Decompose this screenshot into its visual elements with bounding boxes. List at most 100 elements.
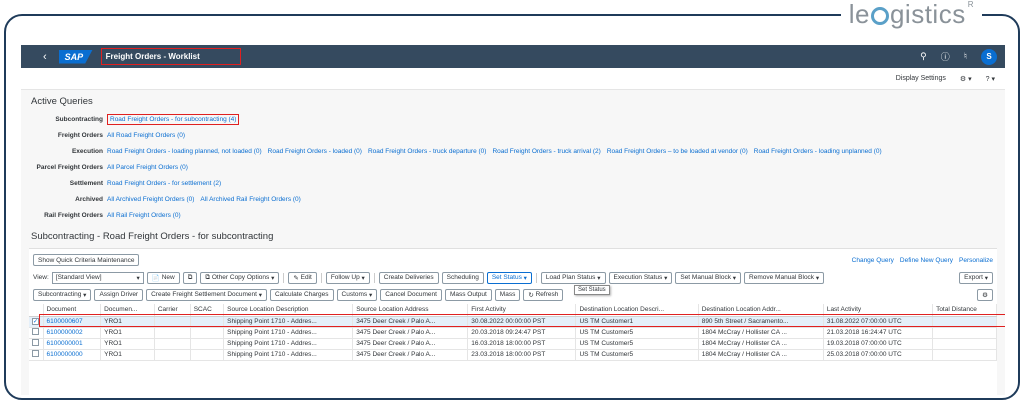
column-header[interactable]: First Activity xyxy=(467,304,577,317)
column-header[interactable]: SCAC xyxy=(190,304,225,317)
show-quick-criteria-button[interactable]: Show Quick Criteria Maintenance xyxy=(33,254,140,266)
query-link[interactable]: All Archived Freight Orders (0) xyxy=(107,196,194,203)
row-checkbox[interactable] xyxy=(32,328,39,335)
help-icon[interactable]: ⓘ xyxy=(941,50,950,63)
column-header[interactable]: Destination Location Addr... xyxy=(698,304,824,317)
change-query-link[interactable]: Change Query xyxy=(852,257,894,264)
column-header[interactable]: Last Activity xyxy=(823,304,934,317)
query-category-label: Subcontracting xyxy=(55,115,103,123)
new-button[interactable]: 📄 New xyxy=(146,271,180,284)
table-cell xyxy=(190,349,225,361)
query-link[interactable]: Road Freight Orders - truck arrival (2) xyxy=(492,148,600,155)
table-cell: 23.03.2018 18:00:00 PST xyxy=(467,349,577,361)
assign-driver-button[interactable]: Assign Driver xyxy=(94,288,144,301)
scheduling-button[interactable]: Scheduling xyxy=(441,271,484,284)
query-link[interactable]: Road Freight Orders - loading unplanned … xyxy=(754,148,882,155)
export-button[interactable]: Export ▾ xyxy=(959,271,993,284)
table-cell[interactable]: 6100000001 xyxy=(43,338,102,350)
remove-manual-block-button[interactable]: Remove Manual Block ▾ xyxy=(744,271,825,284)
query-link[interactable]: Road Freight Orders – to be loaded at ve… xyxy=(607,148,748,155)
query-row: Subcontracting Road Freight Orders - for … xyxy=(21,111,1005,127)
set-status-button[interactable]: Set Status ▾ xyxy=(486,271,532,284)
column-header[interactable]: Source Location Description xyxy=(223,304,354,317)
chevron-down-icon: ▾ xyxy=(136,274,140,282)
query-link[interactable]: Road Freight Orders - for subcontracting… xyxy=(107,113,240,125)
table-settings-gear-icon[interactable]: ⚙ xyxy=(977,288,993,301)
table-row[interactable]: ✓ 6100000607 YRO1 Shipping Point 1710 - Add… xyxy=(29,316,997,328)
cancel-document-button[interactable]: Cancel Document xyxy=(380,288,442,301)
logo-text-post: gistics xyxy=(889,0,966,29)
table-cell xyxy=(190,338,225,350)
table-cell: YRO1 xyxy=(100,316,155,328)
execution-status-button[interactable]: Execution Status ▾ xyxy=(608,271,673,284)
calculate-charges-button[interactable]: Calculate Charges xyxy=(270,288,334,301)
select-cell[interactable]: ✓ xyxy=(29,316,44,328)
display-settings-link[interactable]: Display Settings xyxy=(896,75,946,82)
search-icon[interactable]: ⚲ xyxy=(920,51,927,62)
logo-text-pre: le xyxy=(848,0,870,29)
sub-header: Display Settings ⚙ ▾ ? ▾ xyxy=(21,68,1005,90)
settings-gear-icon[interactable]: ⚙ ▾ xyxy=(960,75,972,83)
select-cell[interactable] xyxy=(29,349,44,361)
query-link[interactable]: All Rail Freight Orders (0) xyxy=(107,212,181,219)
customs-button[interactable]: Customs ▾ xyxy=(336,288,378,301)
table-cell[interactable]: 6100000002 xyxy=(43,327,102,339)
table-cell[interactable]: 6100000000 xyxy=(43,349,102,361)
help-dropdown-icon[interactable]: ? ▾ xyxy=(986,75,995,83)
define-query-link[interactable]: Define New Query xyxy=(900,257,953,264)
table-cell: 890 5th Street / Sacramento... xyxy=(698,316,824,328)
personalize-link[interactable]: Personalize xyxy=(959,257,993,264)
query-category-label: Freight Orders xyxy=(57,131,103,139)
mass-button[interactable]: Mass xyxy=(494,288,521,301)
column-header[interactable]: Document xyxy=(43,304,102,317)
column-header[interactable]: Documen... xyxy=(100,304,155,317)
toolbar-2: Subcontracting ▾ Assign Driver Create Fr… xyxy=(29,287,997,302)
load-plan-status-button[interactable]: Load Plan Status ▾ xyxy=(540,271,606,284)
table-row[interactable]: 6100000002 YRO1 Shipping Point 1710 - Addr… xyxy=(29,327,997,339)
table-cell xyxy=(932,327,997,339)
divider xyxy=(283,272,285,283)
column-header[interactable]: Destination Location Descri... xyxy=(575,304,699,317)
view-select[interactable]: [Standard View] ▾ xyxy=(51,271,144,284)
other-copy-options-button[interactable]: ⧉ Other Copy Options ▾ xyxy=(200,271,280,284)
table-row[interactable]: 6100000000 YRO1 Shipping Point 1710 - Addr… xyxy=(29,349,997,361)
create-deliveries-button[interactable]: Create Deliveries xyxy=(378,271,439,284)
query-link[interactable]: All Archived Rail Freight Orders (0) xyxy=(200,196,300,203)
column-header[interactable]: Total Distance xyxy=(932,304,997,317)
table-cell: YRO1 xyxy=(100,327,155,339)
query-link[interactable]: Road Freight Orders - truck departure (0… xyxy=(368,148,487,155)
follow-up-button[interactable]: Follow Up ▾ xyxy=(325,271,370,284)
shell-bar: ‹ SAP Freight Orders - Worklist ⚲ ⓘ ♮ S xyxy=(21,45,1005,68)
select-cell[interactable] xyxy=(29,338,44,350)
query-row: Rail Freight Orders All Rail Freight Orde… xyxy=(21,207,1005,223)
copy-icon-button[interactable]: ⧉ xyxy=(182,271,198,284)
edit-button[interactable]: ✎ Edit xyxy=(288,271,317,284)
query-link[interactable]: All Parcel Freight Orders (0) xyxy=(107,164,188,171)
avatar[interactable]: S xyxy=(981,48,997,65)
row-checkbox[interactable]: ✓ xyxy=(32,318,39,325)
mass-output-button[interactable]: Mass Output xyxy=(444,288,492,301)
table-cell: 20.03.2018 09:24:47 PST xyxy=(467,327,577,339)
table-cell: Shipping Point 1710 - Addres... xyxy=(223,349,354,361)
set-manual-block-button[interactable]: Set Manual Block ▾ xyxy=(675,271,742,284)
table-cell: 30.08.2022 00:00:00 PST xyxy=(467,316,577,328)
table-cell[interactable]: 6100000607 xyxy=(43,316,102,328)
query-link[interactable]: All Road Freight Orders (0) xyxy=(107,132,185,139)
table-cell: 19.03.2018 07:00:00 UTC xyxy=(823,338,934,350)
query-row: Freight Orders All Road Freight Orders (0… xyxy=(21,127,1005,143)
create-freight-settlement-button[interactable]: Create Freight Settlement Document ▾ xyxy=(146,288,268,301)
row-checkbox[interactable] xyxy=(32,339,39,346)
refresh-button[interactable]: ↻ Refresh xyxy=(523,288,564,301)
table-row[interactable]: 6100000001 YRO1 Shipping Point 1710 - Addr… xyxy=(29,338,997,350)
query-link[interactable]: Road Freight Orders - for settlement (2) xyxy=(107,180,221,187)
row-checkbox[interactable] xyxy=(32,350,39,357)
column-header[interactable]: Source Location Address xyxy=(352,304,469,317)
query-link[interactable]: Road Freight Orders - loaded (0) xyxy=(268,148,362,155)
subcontracting-button[interactable]: Subcontracting ▾ xyxy=(33,288,92,301)
column-header[interactable]: Carrier xyxy=(154,304,191,317)
table-cell xyxy=(190,316,225,328)
bell-icon[interactable]: ♮ xyxy=(964,51,967,62)
query-link[interactable]: Road Freight Orders - loading planned, n… xyxy=(107,148,262,155)
select-cell[interactable] xyxy=(29,327,44,339)
back-button[interactable]: ‹ xyxy=(43,51,47,63)
